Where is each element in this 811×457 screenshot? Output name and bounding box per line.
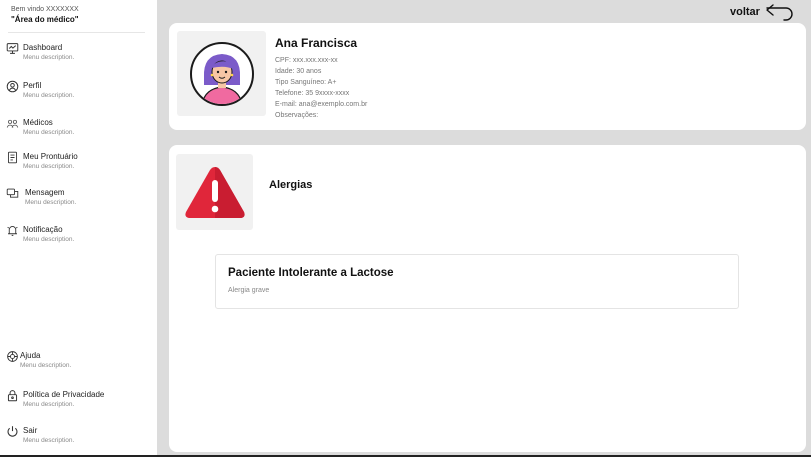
sidebar-item-privacidade[interactable]: Política de Privacidade Menu description… bbox=[5, 388, 153, 416]
sidebar-item-label: Médicos bbox=[23, 118, 53, 127]
sidebar-item-sair[interactable]: Sair Menu description. bbox=[5, 424, 153, 452]
user-icon bbox=[5, 79, 20, 94]
patient-blood-type: Tipo Sanguíneo: A+ bbox=[275, 79, 337, 86]
welcome-block: Bem vindo XXXXXXX "Área do médico" bbox=[11, 5, 146, 25]
patient-cpf: CPF: xxx.xxx.xxx-xx bbox=[275, 57, 338, 64]
sidebar-item-prontuario[interactable]: Meu Prontuário Menu description. bbox=[5, 150, 153, 178]
allergy-severity: Alergia grave bbox=[228, 287, 270, 294]
warning-icon bbox=[184, 167, 245, 218]
patient-card: Ana Francisca CPF: xxx.xxx.xxx-xx Idade:… bbox=[169, 23, 806, 130]
help-icon bbox=[5, 349, 20, 364]
message-icon bbox=[5, 186, 20, 201]
patient-name: Ana Francisca bbox=[275, 36, 358, 50]
allergies-title: Alergias bbox=[269, 179, 313, 191]
dashboard-icon bbox=[5, 41, 20, 56]
power-icon bbox=[5, 424, 20, 439]
sidebar-item-notificacao[interactable]: Notificação Menu description. bbox=[5, 223, 153, 251]
sidebar-item-perfil[interactable]: Perfil Menu description. bbox=[5, 79, 153, 107]
lock-icon bbox=[5, 388, 20, 403]
avatar bbox=[177, 31, 266, 116]
sidebar-item-medicos[interactable]: Médicos Menu description. bbox=[5, 116, 153, 144]
sidebar-item-mensagem[interactable]: Mensagem Menu description. bbox=[5, 186, 153, 214]
sidebar-item-ajuda[interactable]: Ajuda Menu description. bbox=[5, 349, 153, 377]
sidebar-item-desc: Menu description. bbox=[23, 92, 75, 99]
allergies-card: Alergias Paciente Intolerante a Lactose … bbox=[169, 145, 806, 452]
bell-icon bbox=[5, 223, 20, 238]
warning-box bbox=[176, 154, 253, 230]
sidebar-item-desc: Menu description. bbox=[23, 129, 75, 136]
sidebar-item-dashboard[interactable]: Dashboard Menu description. bbox=[5, 41, 153, 69]
welcome-text: Bem vindo XXXXXXX bbox=[11, 6, 79, 13]
sidebar-item-desc: Menu description. bbox=[23, 54, 75, 61]
doctors-icon bbox=[5, 116, 20, 131]
sidebar-item-label: Notificação bbox=[23, 225, 63, 234]
patient-age: Idade: 30 anos bbox=[275, 68, 322, 75]
allergy-name: Paciente Intolerante a Lactose bbox=[228, 267, 394, 279]
sidebar-item-label: Sair bbox=[23, 426, 38, 435]
sidebar-item-label: Mensagem bbox=[25, 188, 65, 197]
medical-record-icon bbox=[5, 150, 20, 165]
sidebar: Bem vindo XXXXXXX "Área do médico" Dashb… bbox=[0, 0, 157, 455]
sidebar-item-desc: Menu description. bbox=[25, 199, 77, 206]
sidebar-item-desc: Menu description. bbox=[23, 163, 75, 170]
sidebar-item-label: Perfil bbox=[23, 81, 42, 90]
back-button[interactable]: voltar bbox=[730, 1, 806, 23]
sidebar-item-label: Meu Prontuário bbox=[23, 152, 78, 161]
sidebar-item-desc: Menu description. bbox=[20, 362, 72, 369]
allergy-item[interactable]: Paciente Intolerante a Lactose Alergia g… bbox=[215, 254, 739, 309]
sidebar-item-label: Dashboard bbox=[23, 43, 63, 52]
patient-phone: Telefone: 35 9xxxx-xxxx bbox=[275, 90, 350, 97]
sidebar-item-desc: Menu description. bbox=[23, 437, 75, 444]
patient-notes: Observações: bbox=[275, 112, 319, 119]
back-arrow-icon bbox=[766, 4, 793, 21]
sidebar-item-label: Ajuda bbox=[20, 351, 41, 360]
patient-avatar-icon bbox=[189, 41, 254, 106]
sidebar-item-label: Política de Privacidade bbox=[23, 390, 105, 399]
sidebar-item-desc: Menu description. bbox=[23, 236, 75, 243]
patient-info: CPF: xxx.xxx.xxx-xx Idade: 30 anos Tipo … bbox=[275, 55, 367, 121]
sidebar-divider bbox=[8, 32, 145, 33]
sidebar-item-desc: Menu description. bbox=[23, 401, 75, 408]
back-label: voltar bbox=[730, 6, 760, 18]
patient-email: E-mail: ana@exemplo.com.br bbox=[275, 101, 368, 108]
area-title: "Área do médico" bbox=[11, 15, 79, 24]
